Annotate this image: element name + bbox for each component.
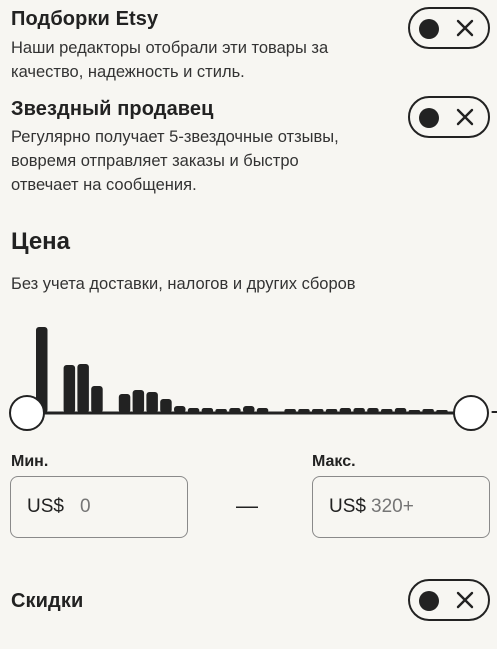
histogram-bar — [146, 392, 158, 413]
close-icon — [456, 591, 474, 609]
histogram-bar — [77, 364, 89, 413]
min-price-value: 0 — [80, 496, 91, 517]
max-price-label: Макс. — [312, 453, 356, 470]
star-seller-description: Регулярно получает 5-звездочные отзывы, … — [11, 125, 339, 197]
max-price-input[interactable]: US$ 320+ — [312, 476, 490, 538]
histogram-bar — [132, 390, 145, 413]
toggle-knob — [419, 591, 439, 611]
price-slider-min-handle[interactable] — [9, 395, 45, 431]
price-range-separator: — — [236, 493, 258, 518]
star-seller-desc-line: Регулярно получает 5-звездочные отзывы, — [11, 128, 339, 146]
histogram-bar — [91, 386, 103, 413]
star-seller-desc-line: отвечает на сообщения. — [11, 176, 197, 194]
price-histogram — [28, 327, 497, 415]
etsy-picks-description: Наши редакторы отобрали эти товары за ка… — [11, 36, 328, 84]
close-icon — [456, 108, 474, 126]
toggle-knob — [419, 19, 439, 39]
min-price-label: Мин. — [11, 453, 49, 470]
etsy-picks-title: Подборки Etsy — [11, 8, 159, 30]
price-slider-max-handle[interactable] — [453, 395, 489, 431]
star-seller-desc-line: вовремя отправляет заказы и быстро — [11, 152, 299, 170]
price-subtitle: Без учета доставки, налогов и других сбо… — [11, 275, 356, 293]
etsy-picks-toggle[interactable] — [408, 7, 490, 49]
etsy-picks-desc-line: Наши редакторы отобрали эти товары за — [11, 39, 329, 57]
discounts-toggle[interactable] — [408, 579, 490, 621]
price-title: Цена — [11, 228, 71, 255]
star-seller-title: Звездный продавец — [11, 98, 214, 120]
histogram-bar — [118, 394, 131, 413]
close-icon — [456, 19, 474, 37]
min-price-input[interactable]: US$ 0 — [10, 476, 188, 538]
histogram-bar — [491, 411, 497, 413]
etsy-picks-desc-line: качество, надежность и стиль. — [11, 63, 245, 81]
currency-label: US$ — [27, 496, 64, 517]
currency-label: US$ — [329, 496, 366, 517]
histogram-bar — [63, 365, 76, 413]
star-seller-toggle[interactable] — [408, 96, 490, 138]
discounts-title: Скидки — [11, 590, 84, 612]
histogram-bar — [160, 399, 172, 413]
max-price-value: 320+ — [371, 496, 414, 517]
toggle-knob — [419, 108, 439, 128]
